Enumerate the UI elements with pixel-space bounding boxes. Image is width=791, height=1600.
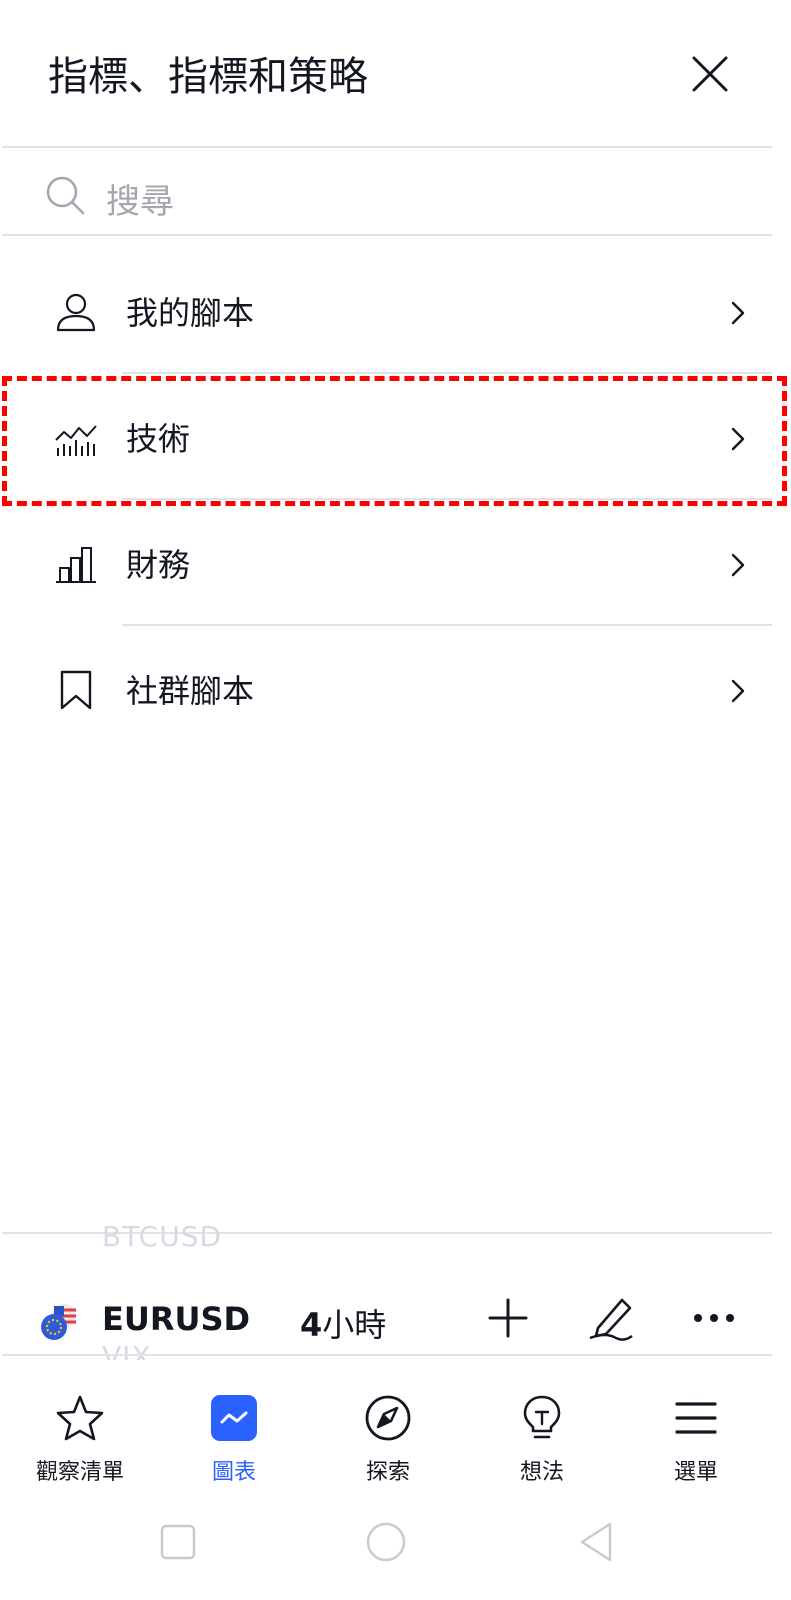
recents-icon[interactable] bbox=[156, 1520, 200, 1564]
back-icon[interactable] bbox=[574, 1520, 618, 1564]
star-icon bbox=[56, 1395, 104, 1441]
divider bbox=[2, 1354, 772, 1356]
lightbulb-icon bbox=[523, 1395, 561, 1439]
menu-item-label: 財務 bbox=[126, 546, 191, 584]
tab-label: 圖表 bbox=[211, 1460, 256, 1485]
pen-icon[interactable] bbox=[586, 1292, 638, 1344]
chevron-right-icon bbox=[731, 301, 745, 325]
tab-explore[interactable]: 探索 bbox=[318, 1384, 458, 1488]
bar-chart-icon bbox=[56, 547, 96, 583]
next-symbol[interactable]: VIX bbox=[102, 1340, 152, 1360]
tab-label: 觀察清單 bbox=[35, 1460, 124, 1485]
divider bbox=[2, 146, 772, 148]
search-input[interactable]: 搜尋 bbox=[0, 152, 791, 238]
menu-item-financials[interactable]: 財務 bbox=[0, 500, 791, 626]
chart-icon bbox=[211, 1395, 257, 1441]
timeframe-unit: 小時 bbox=[322, 1306, 387, 1344]
tab-label: 探索 bbox=[365, 1460, 410, 1485]
user-icon bbox=[56, 293, 96, 332]
chevron-right-icon bbox=[731, 679, 745, 703]
technical-chart-icon bbox=[55, 425, 97, 456]
chevron-right-icon bbox=[731, 427, 745, 451]
menu-item-label: 我的腳本 bbox=[126, 294, 255, 332]
search-placeholder: 搜尋 bbox=[106, 182, 174, 222]
timeframe-number: 4 bbox=[300, 1306, 323, 1344]
tab-label: 選單 bbox=[673, 1460, 718, 1485]
bookmark-icon bbox=[60, 670, 92, 710]
menu-item-technicals[interactable]: 技術 bbox=[0, 374, 791, 500]
menu-item-label: 社群腳本 bbox=[126, 672, 255, 710]
tab-menu[interactable]: 選單 bbox=[626, 1384, 766, 1488]
dialog-header: 指標、指標和策略 bbox=[0, 0, 791, 150]
page-title: 指標、指標和策略 bbox=[48, 54, 368, 100]
menu-icon bbox=[675, 1402, 717, 1434]
divider bbox=[2, 234, 772, 236]
prev-symbol[interactable]: BTCUSD bbox=[102, 1220, 222, 1250]
bottom-tab-bar: 觀察清單 圖表 探索 想法 選單 bbox=[0, 1384, 791, 1488]
search-icon bbox=[46, 176, 85, 215]
menu-item-label: 技術 bbox=[126, 420, 191, 458]
menu-item-my-scripts[interactable]: 我的腳本 bbox=[0, 248, 791, 374]
timeframe[interactable]: 4小時 bbox=[300, 1300, 386, 1346]
tab-label: 想法 bbox=[519, 1460, 564, 1485]
menu-item-community-scripts[interactable]: 社群腳本 bbox=[0, 626, 791, 752]
close-icon[interactable] bbox=[688, 52, 732, 96]
chevron-right-icon bbox=[731, 553, 745, 577]
tab-watchlist[interactable]: 觀察清單 bbox=[10, 1384, 150, 1488]
tab-ideas[interactable]: 想法 bbox=[472, 1384, 612, 1488]
home-icon[interactable] bbox=[364, 1520, 408, 1564]
tab-chart[interactable]: 圖表 bbox=[164, 1384, 304, 1488]
compass-icon bbox=[365, 1395, 411, 1441]
system-navigation-bar bbox=[0, 1500, 791, 1600]
more-icon[interactable] bbox=[688, 1292, 740, 1344]
symbol-name[interactable]: EURUSD bbox=[102, 1300, 250, 1338]
plus-icon[interactable] bbox=[482, 1292, 534, 1344]
eurusd-flag-icon bbox=[41, 1304, 76, 1340]
